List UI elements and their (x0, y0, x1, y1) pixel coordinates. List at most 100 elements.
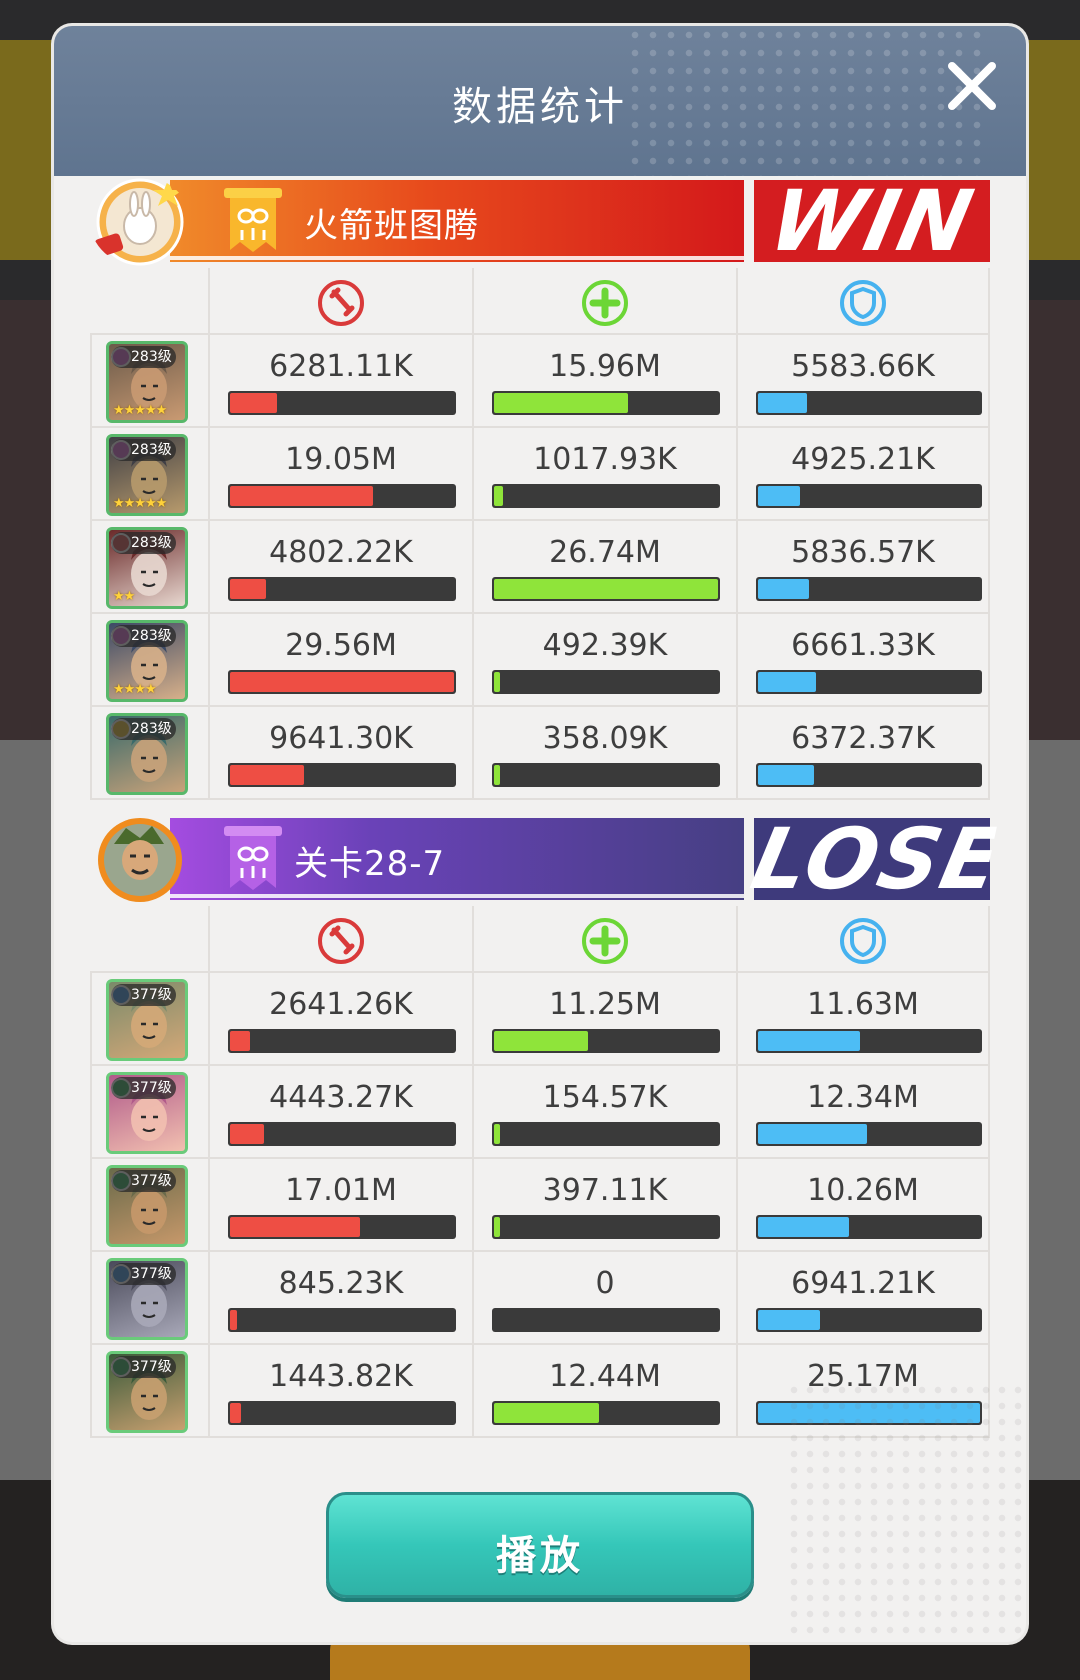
damage-bar (228, 1308, 456, 1332)
damage-bar (228, 391, 456, 415)
damage-bar-fill (230, 486, 373, 506)
stats-dialog: 数据统计 火箭班图腾 WIN 283级 ★★★★★ 6281.11K 15.96… (54, 26, 1026, 1642)
heal-bar-fill (494, 579, 718, 599)
heal-bar-fill (494, 1031, 588, 1051)
hero-level: 377级 (111, 1170, 176, 1192)
heal-bar (492, 577, 720, 601)
hero-stat-row: 377级 2641.26K 11.25M 11.63M (90, 973, 990, 1066)
enemy-avatar-icon (98, 818, 182, 902)
team-avatar-icon (94, 178, 184, 266)
damage-bar-fill (230, 393, 277, 413)
heal-value: 397.11K (542, 1173, 668, 1208)
hero-portrait[interactable]: 283级 ★★★★ (106, 620, 188, 702)
hero-stat-row: 377级 17.01M 397.11K 10.26M (90, 1159, 990, 1252)
hero-level: 283级 (111, 625, 176, 647)
shield-bar (756, 1215, 982, 1239)
damage-bar-fill (230, 1403, 241, 1423)
totem-flag-icon (224, 826, 282, 890)
hero-portrait[interactable]: 377级 (106, 979, 188, 1061)
heal-bar-fill (494, 486, 503, 506)
damage-bar (228, 763, 456, 787)
shield-bar (756, 391, 982, 415)
hero-portrait[interactable]: 377级 (106, 1072, 188, 1154)
shield-bar-fill (758, 765, 814, 785)
hero-level: 377级 (111, 1356, 176, 1378)
hero-portrait[interactable]: 283级 ★★ (106, 527, 188, 609)
damage-value: 29.56M (285, 628, 397, 663)
heal-bar (492, 763, 720, 787)
dialog-title: 数据统计 (452, 84, 628, 130)
hero-stat-row: 283级 ★★★★★ 6281.11K 15.96M 5583.66K (90, 335, 990, 428)
shield-bar (756, 577, 982, 601)
damage-bar (228, 577, 456, 601)
hero-stat-row: 283级 9641.30K 358.09K 6372.37K (90, 707, 990, 800)
hero-level: 377级 (111, 1263, 176, 1285)
team-banner-winner: 火箭班图腾 WIN (90, 176, 990, 266)
heal-bar (492, 670, 720, 694)
hero-portrait[interactable]: 377级 (106, 1351, 188, 1433)
damage-bar-fill (230, 1217, 360, 1237)
close-icon (948, 62, 996, 110)
shield-value: 6941.21K (791, 1266, 935, 1301)
heal-value: 15.96M (549, 349, 661, 384)
hero-stars: ★★★★★ (113, 496, 167, 511)
hero-portrait[interactable]: 377级 (106, 1165, 188, 1247)
shield-value: 12.34M (807, 1080, 919, 1115)
damage-value: 4443.27K (269, 1080, 413, 1115)
shield-bar (756, 763, 982, 787)
team2-name: 关卡28-7 (294, 844, 446, 884)
hero-portrait[interactable]: 283级 ★★★★★ (106, 434, 188, 516)
hero-level: 377级 (111, 1077, 176, 1099)
heal-value: 11.25M (549, 987, 661, 1022)
shield-bar-fill (758, 1124, 867, 1144)
team1-stats-table: 283级 ★★★★★ 6281.11K 15.96M 5583.66K 283级 ★★★★★… (90, 268, 990, 800)
hero-level: 283级 (111, 346, 176, 368)
shield-value: 6661.33K (791, 628, 935, 663)
damage-value: 6281.11K (269, 349, 413, 384)
hero-level: 283级 (111, 439, 176, 461)
shield-bar-fill (758, 1217, 849, 1237)
hero-level: 283级 (111, 532, 176, 554)
shield-value: 5583.66K (791, 349, 935, 384)
stats-header-row (90, 268, 990, 335)
damage-bar-fill (230, 765, 304, 785)
hero-stars: ★★ (113, 589, 135, 604)
hero-stat-row: 283级 ★★★★ 29.56M 492.39K 6661.33K (90, 614, 990, 707)
damage-value: 845.23K (278, 1266, 404, 1301)
damage-value: 19.05M (285, 442, 397, 477)
shield-bar (756, 484, 982, 508)
heal-bar-fill (494, 1403, 599, 1423)
heal-value: 0 (595, 1266, 615, 1301)
damage-bar-fill (230, 1031, 250, 1051)
heal-bar-fill (494, 393, 628, 413)
heal-bar (492, 1029, 720, 1053)
team-banner-loser: 关卡28-7 LOSE (90, 814, 999, 904)
hero-portrait[interactable]: 283级 ★★★★★ (106, 341, 188, 423)
damage-value: 17.01M (285, 1173, 397, 1208)
damage-bar (228, 1122, 456, 1146)
play-button[interactable]: 播放 (326, 1492, 754, 1598)
hero-portrait[interactable]: 377级 (106, 1258, 188, 1340)
hero-stars: ★★★★ (113, 682, 157, 697)
damage-bar (228, 1401, 456, 1425)
damage-value: 9641.30K (269, 721, 413, 756)
shield-bar-fill (758, 393, 807, 413)
stats-header-row (90, 906, 990, 973)
shield-value: 10.26M (807, 1173, 919, 1208)
hero-portrait[interactable]: 283级 (106, 713, 188, 795)
damage-bar-fill (230, 672, 454, 692)
damage-bar (228, 670, 456, 694)
shield-bar (756, 1029, 982, 1053)
damage-value: 4802.22K (269, 535, 413, 570)
result-text: WIN (761, 180, 983, 262)
heal-bar (492, 1215, 720, 1239)
team2-stats-table: 377级 2641.26K 11.25M 11.63M 377级 4443.27K 154.… (90, 906, 990, 1438)
shield-bar-fill (758, 579, 809, 599)
damage-bar (228, 484, 456, 508)
heal-value: 492.39K (542, 628, 668, 663)
shield-value: 6372.37K (791, 721, 935, 756)
close-button[interactable] (940, 54, 1004, 118)
heal-value: 26.74M (549, 535, 661, 570)
heal-bar-fill (494, 1124, 500, 1144)
team1-name: 火箭班图腾 (304, 206, 479, 246)
